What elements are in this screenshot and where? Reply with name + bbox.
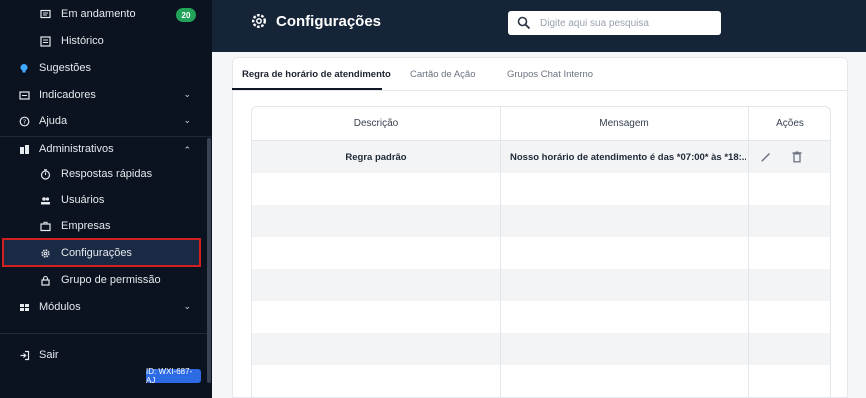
sidebar-item-modulos[interactable]: Módulos ⌄ xyxy=(0,294,205,320)
table-row xyxy=(252,333,830,365)
id-badge: ID: WXI-687-AJ xyxy=(146,367,201,385)
history-icon xyxy=(38,34,52,48)
sidebar-item-ajuda[interactable]: ? Ajuda ⌄ xyxy=(0,108,205,134)
chart-icon xyxy=(17,88,31,102)
sidebar-item-empresas[interactable]: Empresas xyxy=(0,213,205,239)
sidebar-item-grupo-de-permissao[interactable]: Grupo de permissão xyxy=(0,267,205,293)
sidebar-item-administrativos[interactable]: Administrativos ⌃ xyxy=(0,136,205,162)
tab-grupos-chat-interno[interactable]: Grupos Chat Interno xyxy=(507,69,593,80)
sidebar-item-sugestoes[interactable]: Sugestões xyxy=(0,55,205,81)
sidebar-item-indicadores[interactable]: Indicadores ⌄ xyxy=(0,82,205,108)
tab-regra-horario[interactable]: Regra de horário de atendimento xyxy=(242,69,391,80)
briefcase-icon xyxy=(38,219,52,233)
table-row xyxy=(252,269,830,301)
sidebar-scrollbar[interactable] xyxy=(207,138,211,383)
logout-icon xyxy=(17,348,31,362)
sidebar-item-label: Em andamento xyxy=(61,8,136,20)
sidebar-item-label: Histórico xyxy=(61,35,104,47)
sidebar-item-label: Módulos xyxy=(39,301,81,313)
sidebar-item-label: Respostas rápidas xyxy=(61,168,153,180)
table-row xyxy=(252,173,830,205)
cell-mensagem: Nosso horário de atendimento é das *07:0… xyxy=(510,151,746,163)
divider xyxy=(232,90,848,91)
column-divider xyxy=(748,107,749,397)
sidebar-item-label: Administrativos xyxy=(39,143,114,155)
tab-cartao-de-acao[interactable]: Cartão de Ação xyxy=(410,69,476,80)
cell-descricao: Regra padrão xyxy=(345,151,407,163)
table-row xyxy=(252,301,830,333)
sidebar-item-label: Ajuda xyxy=(39,115,68,127)
delete-icon[interactable] xyxy=(790,150,804,164)
chevron-down-icon: ⌄ xyxy=(183,89,191,99)
admin-icon xyxy=(17,142,31,156)
sidebar-item-usuarios[interactable]: Usuários xyxy=(0,187,205,213)
svg-text:?: ? xyxy=(22,118,25,126)
count-badge: 20 xyxy=(176,8,196,22)
sidebar-item-label: Usuários xyxy=(61,194,105,206)
chevron-down-icon: ⌄ xyxy=(183,115,191,125)
users-icon xyxy=(38,193,52,207)
sidebar-item-respostas-rapidas[interactable]: Respostas rápidas xyxy=(0,161,205,187)
sidebar-item-sair[interactable]: Sair xyxy=(0,342,205,368)
help-icon: ? xyxy=(17,114,31,128)
chevron-down-icon: ⌄ xyxy=(183,301,191,311)
table-row xyxy=(252,365,830,397)
table-row[interactable]: Regra padrão Nosso horário de atendiment… xyxy=(252,141,830,173)
column-header-acoes: Ações xyxy=(776,118,804,129)
sidebar-item-label: Sugestões xyxy=(39,62,91,74)
sidebar-item-label: Configurações xyxy=(61,247,132,259)
table-row xyxy=(252,205,830,237)
column-divider xyxy=(500,107,501,397)
divider xyxy=(0,333,212,334)
chevron-up-icon: ⌃ xyxy=(183,145,191,155)
search-input[interactable] xyxy=(540,14,715,32)
gear-icon xyxy=(250,12,268,30)
column-header-mensagem: Mensagem xyxy=(599,118,649,129)
sidebar-item-label: Empresas xyxy=(61,220,111,232)
sidebar-item-label: Sair xyxy=(39,349,59,361)
grid-icon xyxy=(17,300,31,314)
sidebar-item-historico[interactable]: Histórico xyxy=(0,28,205,54)
lightbulb-icon xyxy=(17,61,31,75)
search-icon xyxy=(517,16,531,30)
sidebar: Em andamento 20 Histórico Sugestões Indi… xyxy=(0,0,212,398)
sidebar-item-label: Grupo de permissão xyxy=(61,274,161,286)
edit-icon[interactable] xyxy=(759,150,773,164)
lock-icon xyxy=(38,273,52,287)
page-title: Configurações xyxy=(276,13,382,30)
gear-icon xyxy=(38,246,52,260)
sidebar-item-configuracoes[interactable]: Configurações xyxy=(0,240,205,266)
sidebar-item-em-andamento[interactable]: Em andamento 20 xyxy=(0,1,205,27)
sidebar-item-label: Indicadores xyxy=(39,89,96,101)
table-row xyxy=(252,237,830,269)
clock-icon xyxy=(38,167,52,181)
rules-table: Descrição Mensagem Ações Regra padrão No… xyxy=(251,106,831,398)
chat-icon xyxy=(38,7,52,21)
column-header-descricao: Descrição xyxy=(353,118,399,129)
search-box[interactable] xyxy=(508,11,721,35)
